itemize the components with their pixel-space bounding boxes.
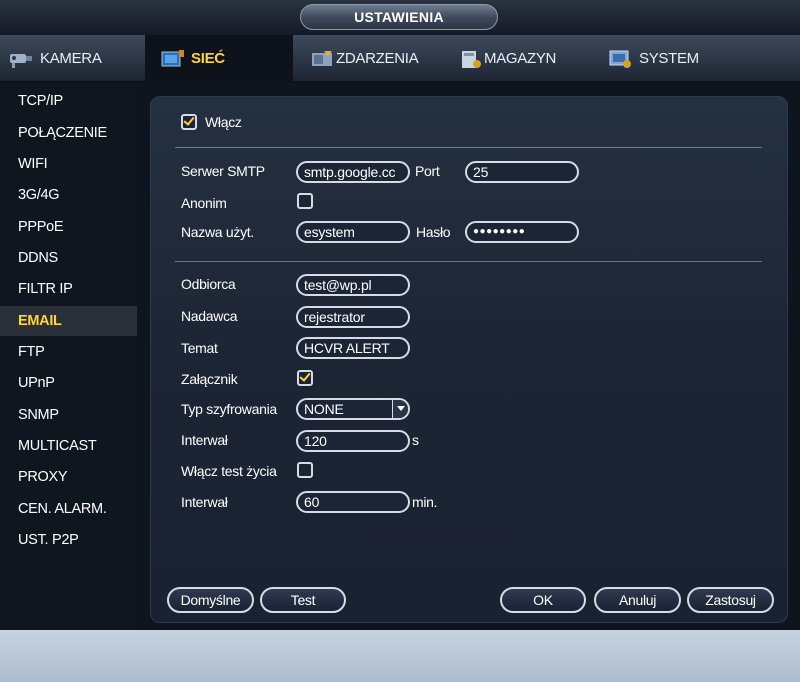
sidebar-item-filtr-ip[interactable]: FILTR IP (0, 274, 137, 304)
sidebar-item-proxy[interactable]: PROXY (0, 462, 137, 492)
health-test-checkbox[interactable] (297, 462, 313, 478)
tab-label: ZDARZENIA (336, 50, 419, 67)
encryption-label: Typ szyfrowania (181, 401, 277, 417)
cancel-button[interactable]: Anuluj (594, 587, 681, 613)
tab-kamera[interactable]: KAMERA (8, 35, 143, 82)
sidebar-item-snmp[interactable]: SNMP (0, 400, 137, 430)
tab-bar: KAMERA SIEĆ ZDARZENIA MAGAZYN SYSTEM (0, 35, 800, 82)
attachment-checkbox[interactable] (297, 370, 313, 386)
sender-label: Nadawca (181, 308, 238, 324)
system-icon (607, 48, 635, 70)
tab-label: SYSTEM (639, 50, 699, 67)
attachment-label: Załącznik (181, 371, 238, 387)
storage-icon (460, 48, 484, 70)
sender-input[interactable]: rejestrator (296, 306, 410, 328)
health-interval-unit: min. (412, 494, 438, 510)
encryption-value: NONE (304, 401, 344, 417)
apply-button[interactable]: Zastosuj (687, 587, 774, 613)
sidebar-item-ust-p2p[interactable]: UST. P2P (0, 525, 137, 555)
subject-label: Temat (181, 340, 218, 356)
health-test-label: Włącz test życia (181, 463, 277, 479)
divider (175, 147, 762, 148)
port-input[interactable]: 25 (465, 161, 579, 183)
interval-unit: s (412, 432, 419, 448)
encryption-select[interactable]: NONE (296, 398, 410, 420)
password-label: Hasło (416, 224, 451, 240)
smtp-server-input[interactable]: smtp.google.cc (296, 161, 410, 183)
health-interval-input[interactable]: 60 (296, 491, 410, 513)
sidebar-item-polaczenie[interactable]: POŁĄCZENIE (0, 118, 137, 148)
title-bar: USTAWIENIA (0, 0, 800, 35)
sidebar-item-ftp[interactable]: FTP (0, 337, 137, 367)
window-title: USTAWIENIA (300, 4, 498, 30)
network-icon (159, 48, 187, 70)
tab-label: SIEĆ (191, 50, 225, 67)
sidebar-item-pppoe[interactable]: PPPoE (0, 212, 137, 242)
health-interval-label: Interwał (181, 494, 228, 510)
recipient-label: Odbiorca (181, 276, 236, 292)
sidebar-item-upnp[interactable]: UPnP (0, 368, 137, 398)
tab-label: MAGAZYN (484, 50, 557, 67)
subject-input[interactable]: HCVR ALERT (296, 337, 410, 359)
events-icon (310, 48, 336, 70)
sidebar-item-multicast[interactable]: MULTICAST (0, 431, 137, 461)
username-label: Nazwa użyt. (181, 224, 254, 240)
tab-system[interactable]: SYSTEM (607, 35, 737, 82)
tab-magazyn[interactable]: MAGAZYN (460, 35, 590, 82)
recipient-input[interactable]: test@wp.pl (296, 274, 410, 296)
default-button[interactable]: Domyślne (167, 587, 254, 613)
sidebar-item-email[interactable]: EMAIL (0, 306, 137, 336)
tab-zdarzenia[interactable]: ZDARZENIA (310, 35, 450, 82)
camera-icon (8, 48, 36, 70)
ok-button[interactable]: OK (500, 587, 586, 613)
anonymous-checkbox[interactable] (297, 193, 313, 209)
sidebar-item-3g4g[interactable]: 3G/4G (0, 180, 137, 210)
sidebar-item-wifi[interactable]: WIFI (0, 149, 137, 179)
sidebar-item-cen-alarm[interactable]: CEN. ALARM. (0, 494, 137, 524)
interval-label: Interwał (181, 432, 228, 448)
tab-siec[interactable]: SIEĆ (145, 35, 293, 82)
sidebar-item-ddns[interactable]: DDNS (0, 243, 137, 273)
sidebar-item-tcpip[interactable]: TCP/IP (0, 86, 137, 116)
screen-bottom (0, 630, 800, 682)
username-input[interactable]: esystem (296, 221, 410, 243)
port-label: Port (415, 163, 440, 179)
smtp-server-label: Serwer SMTP (181, 163, 265, 179)
tab-label: KAMERA (40, 50, 102, 67)
sidebar: TCP/IP POŁĄCZENIE WIFI 3G/4G PPPoE DDNS … (0, 82, 150, 630)
divider (175, 261, 762, 262)
check-icon (183, 114, 195, 126)
anonymous-label: Anonim (181, 195, 227, 211)
password-input[interactable]: ●●●●●●●● (465, 221, 579, 243)
test-button[interactable]: Test (260, 587, 346, 613)
chevron-down-icon (392, 400, 408, 418)
interval-input[interactable]: 120 (296, 430, 410, 452)
enable-checkbox[interactable] (181, 114, 197, 130)
check-icon (299, 370, 311, 382)
enable-label: Włącz (205, 114, 242, 130)
